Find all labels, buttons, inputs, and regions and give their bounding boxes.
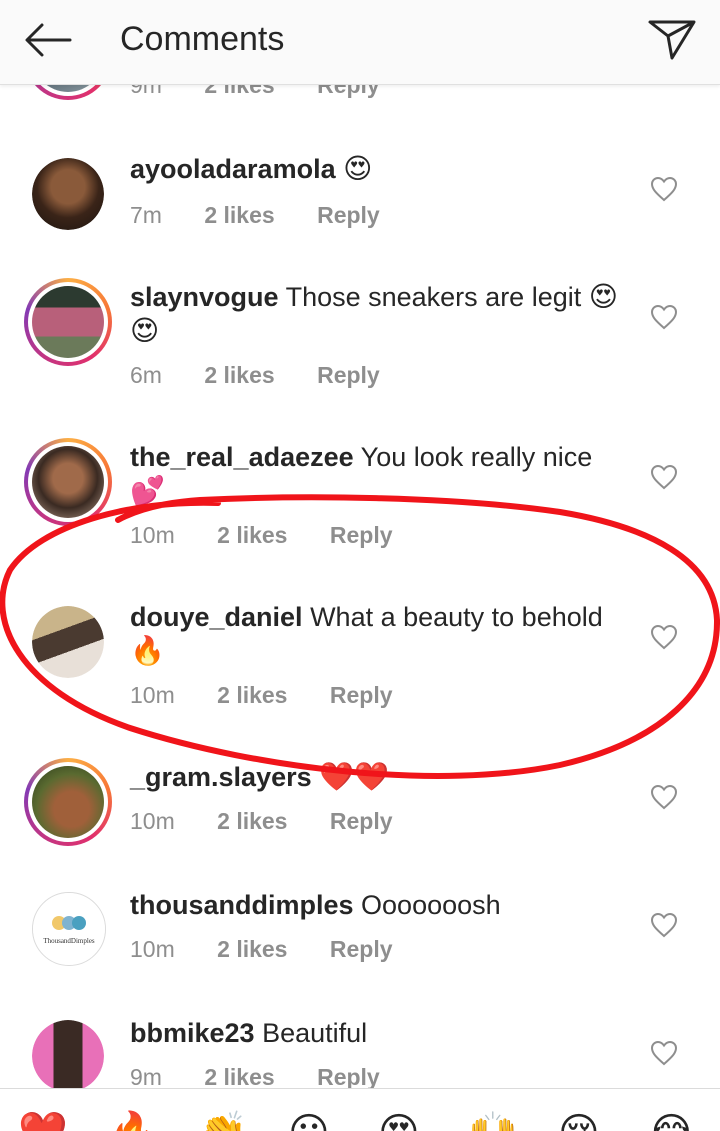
comment-username[interactable]: ayooladaramola	[130, 154, 336, 184]
avatar-logo-text: ThousandDimples	[43, 937, 95, 945]
comment-likes[interactable]: 2 likes	[217, 682, 287, 708]
comment-likes[interactable]: 2 likes	[204, 362, 274, 388]
comment-likes[interactable]: 2 likes	[217, 522, 287, 548]
comment-meta: 10m 2 likes Reply	[130, 522, 429, 549]
emoji-button[interactable]: 😍	[378, 1113, 420, 1131]
comment-meta: 6m 2 likes Reply	[130, 362, 416, 389]
comment-emoji: 🔥	[130, 635, 165, 666]
comment-likes[interactable]: 2 likes	[217, 936, 287, 962]
comment-time: 10m	[130, 682, 175, 708]
comment-body: Beautiful	[262, 1018, 368, 1048]
emoji-button[interactable]: 😮	[288, 1113, 330, 1131]
avatar[interactable]	[24, 758, 112, 846]
thousanddimples-logo: ThousandDimples	[43, 916, 95, 945]
comment-time: 9m	[130, 1064, 162, 1090]
comment-text: thousanddimples Ooooooosh	[130, 888, 625, 922]
emoji-button[interactable]: 🔥	[108, 1113, 158, 1131]
like-heart-icon[interactable]	[650, 1040, 678, 1066]
comment-time: 10m	[130, 808, 175, 834]
emoji-button[interactable]: 🙌	[468, 1113, 518, 1131]
comment-meta: 10m 2 likes Reply	[130, 682, 429, 709]
avatar[interactable]	[24, 438, 112, 526]
avatar[interactable]	[24, 278, 112, 366]
like-heart-icon[interactable]	[650, 304, 678, 330]
comment-likes[interactable]: 2 likes	[204, 1064, 274, 1090]
reply-button[interactable]: Reply	[317, 362, 380, 388]
like-heart-icon[interactable]	[650, 784, 678, 810]
comment-text: slaynvogue Those sneakers are legit 😍 😍	[130, 280, 625, 348]
reply-button[interactable]: Reply	[317, 1064, 380, 1090]
reply-button[interactable]: Reply	[330, 522, 393, 548]
comment-time: 6m	[130, 362, 162, 388]
comment-username[interactable]: bbmike23	[130, 1018, 255, 1048]
comment-likes[interactable]: 2 likes	[204, 202, 274, 228]
direct-message-send-icon[interactable]	[644, 12, 700, 68]
comment-body: What a beauty to behold	[310, 602, 603, 632]
comments-feed[interactable]: 9m 2 likes Reply ayooladaramola 😍 7m 2 l…	[0, 0, 720, 1090]
emoji-button[interactable]: 👏	[198, 1113, 248, 1131]
comment-time: 7m	[130, 202, 162, 228]
avatar[interactable]: ThousandDimples	[32, 892, 106, 966]
like-heart-icon[interactable]	[650, 176, 678, 202]
comment-text: the_real_adaezee You look really nice 💕	[130, 440, 625, 508]
quick-emoji-bar: ❤️ 🔥 👏 😮 😍 🙌 😢 😂	[0, 1088, 720, 1131]
reply-button[interactable]: Reply	[317, 202, 380, 228]
emoji-button[interactable]: 😂	[648, 1113, 695, 1131]
comment-meta: 10m 2 likes Reply	[130, 936, 429, 963]
emoji-button[interactable]: ❤️	[18, 1113, 68, 1131]
comment-time: 10m	[130, 522, 175, 548]
reply-button[interactable]: Reply	[330, 682, 393, 708]
page-title: Comments	[120, 20, 285, 58]
comment-emoji: ❤️❤️	[319, 761, 389, 792]
back-arrow-icon[interactable]	[18, 16, 78, 64]
comment-body: You look really nice	[360, 442, 593, 472]
comment-text: ayooladaramola 😍	[130, 152, 625, 186]
avatar[interactable]	[32, 606, 104, 678]
comment-meta: 7m 2 likes Reply	[130, 202, 416, 229]
comment-meta: 9m 2 likes Reply	[130, 1064, 416, 1090]
like-heart-icon[interactable]	[650, 912, 678, 938]
comments-header: Comments	[0, 0, 720, 85]
comment-likes[interactable]: 2 likes	[217, 808, 287, 834]
avatar[interactable]	[32, 1020, 104, 1090]
comment-text: _gram.slayers ❤️❤️	[130, 760, 625, 794]
comment-time: 10m	[130, 936, 175, 962]
comment-body: Those sneakers are legit	[285, 282, 582, 312]
comment-text: douye_daniel What a beauty to behold 🔥	[130, 600, 625, 668]
comment-username[interactable]: the_real_adaezee	[130, 442, 354, 472]
like-heart-icon[interactable]	[650, 624, 678, 650]
avatar[interactable]	[32, 158, 104, 230]
comment-meta: 10m 2 likes Reply	[130, 808, 429, 835]
comment-username[interactable]: douye_daniel	[130, 602, 303, 632]
comment-text: bbmike23 Beautiful	[130, 1016, 625, 1050]
comment-username[interactable]: _gram.slayers	[130, 762, 312, 792]
reply-button[interactable]: Reply	[330, 936, 393, 962]
comment-emoji: 😍	[343, 153, 373, 184]
comment-body: Ooooooosh	[361, 890, 501, 920]
emoji-button[interactable]: 😢	[558, 1113, 600, 1131]
reply-button[interactable]: Reply	[330, 808, 393, 834]
comment-username[interactable]: slaynvogue	[130, 282, 279, 312]
like-heart-icon[interactable]	[650, 464, 678, 490]
comment-emoji: 💕	[130, 475, 165, 506]
comment-username[interactable]: thousanddimples	[130, 890, 354, 920]
